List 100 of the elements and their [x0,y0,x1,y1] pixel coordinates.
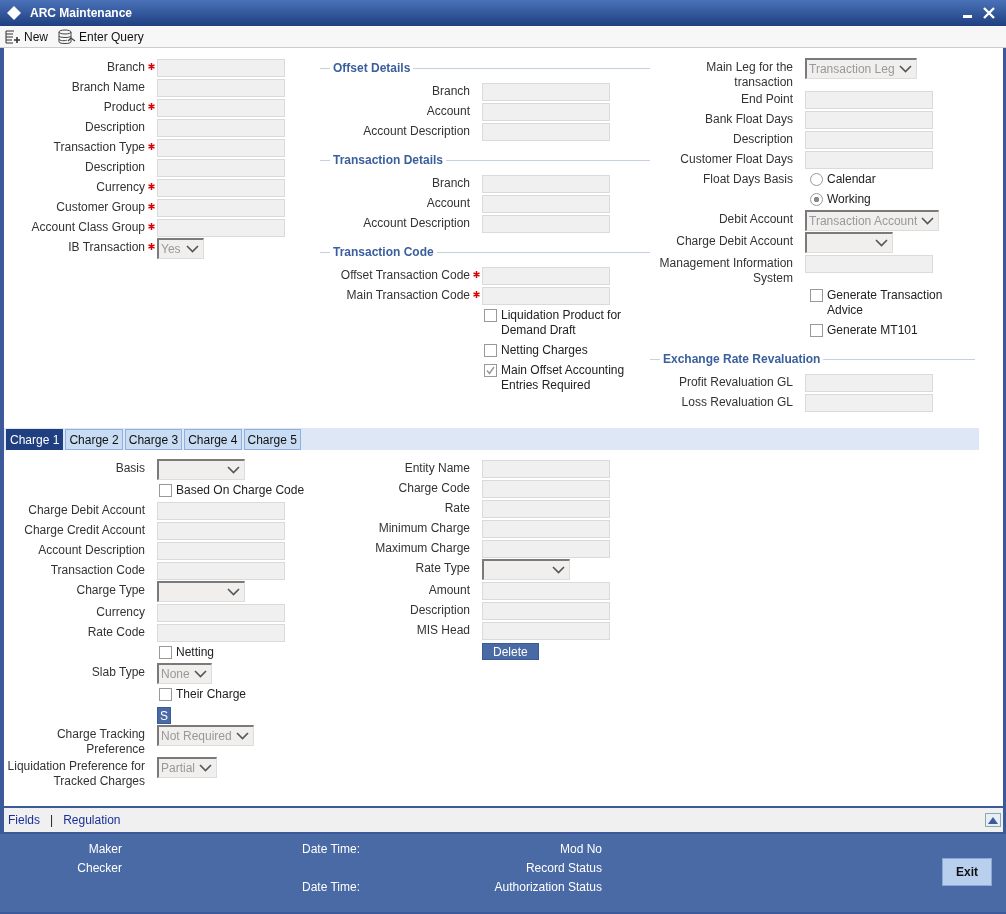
exit-button[interactable]: Exit [942,858,992,886]
radio-button[interactable] [810,173,823,186]
checkbox-label: Netting [176,645,215,660]
field-label: Rate [444,501,470,515]
field-label: Basis [115,461,145,475]
checkbox-label: Netting Charges [501,343,588,358]
input-field[interactable] [157,522,285,540]
input-field[interactable] [157,562,285,580]
field-label: Charge Credit Account [24,523,145,537]
field-label: Main Transaction Code [346,288,470,302]
chevron-icon [186,245,199,253]
footer-link[interactable]: Regulation [63,813,121,827]
input-field[interactable] [157,219,285,237]
form-button[interactable]: S [157,707,171,724]
input-field[interactable] [482,83,610,101]
field-label: Description [84,160,145,174]
input-field[interactable] [482,602,610,620]
input-field[interactable] [157,199,285,217]
checkbox-label: Main Offset Accounting Entries Required [501,363,626,393]
field-label: Minimum Charge [378,521,470,535]
chevron-icon [552,566,565,574]
input-field[interactable] [482,215,610,233]
dropdown[interactable] [157,581,245,602]
checkbox[interactable] [484,309,497,322]
field-label: Account [426,196,470,210]
up-triangle-icon [988,816,998,824]
field-label: Transaction Type [53,140,145,154]
checkbox[interactable] [159,688,172,701]
input-field[interactable] [482,480,610,498]
toolbar-button[interactable]: New [3,29,50,44]
checkbox[interactable] [810,324,823,337]
chevron-icon [227,466,240,474]
field-label: Bank Float Days [704,112,793,126]
input-field[interactable] [157,624,285,642]
field-label: Transaction Code [50,563,145,577]
chevron-icon [199,764,212,772]
field-label: Loss Revaluation GL [681,395,793,409]
checkbox-label: Their Charge [176,687,247,702]
input-field[interactable] [157,179,285,197]
input-field[interactable] [805,374,933,392]
field-label: Branch [431,176,470,190]
input-field[interactable] [482,123,610,141]
input-field[interactable] [805,151,933,169]
field-label: Account Description [38,543,145,557]
input-field[interactable] [157,604,285,622]
input-field[interactable] [157,159,285,177]
tab[interactable]: Charge 5 [243,429,301,450]
scroll-up-button[interactable] [985,813,1001,827]
input-field[interactable] [157,59,285,77]
input-field[interactable] [805,131,933,149]
form-button[interactable]: Delete [482,643,539,660]
input-field[interactable] [157,79,285,97]
close-icon[interactable] [982,6,996,20]
checkbox[interactable] [484,364,497,377]
dropdown[interactable] [157,459,245,480]
checkbox[interactable] [484,344,497,357]
tab[interactable]: Charge 3 [124,429,183,450]
input-field[interactable] [157,139,285,157]
input-field[interactable] [482,175,610,193]
chevron-icon [921,217,935,225]
toolbar-button[interactable]: Enter Query [56,28,146,45]
input-field[interactable] [805,91,933,109]
dropdown[interactable] [482,559,570,580]
section-heading: Offset Details [333,61,411,75]
checkbox-label: Generate Transaction Advice [827,288,944,318]
input-field[interactable] [482,287,610,305]
input-field[interactable] [482,500,610,518]
input-field[interactable] [482,622,610,640]
input-field[interactable] [482,103,610,121]
tab[interactable]: Charge 2 [65,429,123,450]
diamond-icon [6,5,22,21]
radio-button[interactable] [810,193,823,206]
input-field[interactable] [157,502,285,520]
field-label: Charge Debit Account [676,234,793,248]
input-field[interactable] [805,255,933,273]
tab[interactable]: Charge 4 [184,429,242,450]
input-field[interactable] [482,540,610,558]
checkbox[interactable] [159,646,172,659]
input-field[interactable] [482,582,610,600]
dropdown[interactable] [805,232,893,253]
audit-label: Record Status [525,860,602,875]
input-field[interactable] [805,394,933,412]
input-field[interactable] [482,520,610,538]
checkbox[interactable] [810,289,823,302]
tab[interactable]: Charge 1 [6,429,64,450]
input-field[interactable] [157,542,285,560]
input-field[interactable] [157,99,285,117]
input-field[interactable] [157,119,285,137]
input-field[interactable] [805,111,933,129]
field-label: Account [426,104,470,118]
footer-link[interactable]: Fields [8,813,40,827]
field-label: Branch [431,84,470,98]
input-field[interactable] [482,460,610,478]
input-field[interactable] [482,267,610,285]
field-label: Currency [96,605,145,619]
input-field[interactable] [482,195,610,213]
field-label: Rate Type [415,561,470,575]
field-label: Maximum Charge [375,541,470,555]
database-icon [58,28,76,45]
checkbox[interactable] [159,484,172,497]
